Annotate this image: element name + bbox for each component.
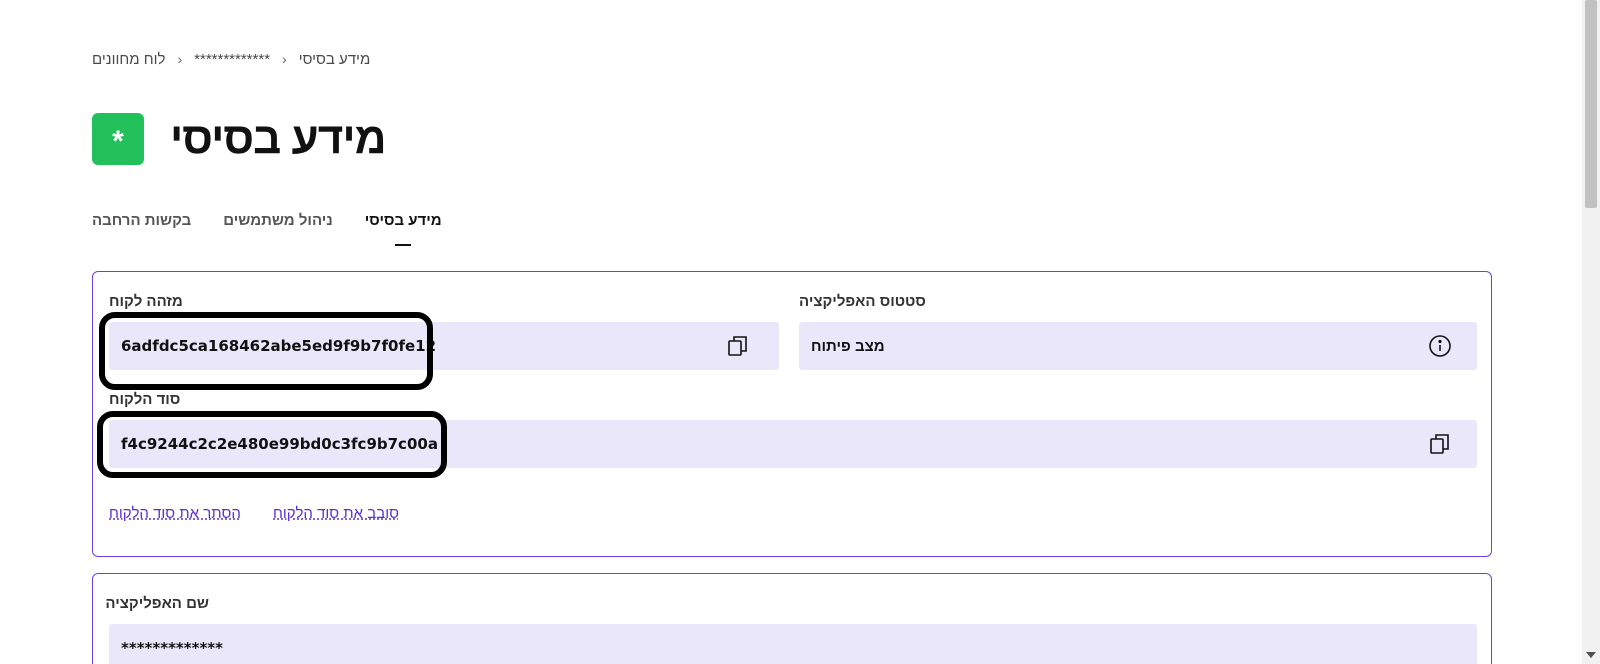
app-status-field: מצב פיתוח: [799, 322, 1477, 370]
info-icon: [1429, 335, 1451, 357]
breadcrumb-separator: ‹: [177, 51, 183, 67]
title-row: מידע בסיסי *: [92, 110, 402, 168]
tab-label: ניהול משתמשים: [223, 212, 333, 229]
client-id-value[interactable]: 6adfdc5ca168462abe5ed9f9b7f0fe12: [121, 337, 436, 355]
client-secret-field[interactable]: f4c9244c2c2e480e99bd0c3fc9b7c00a: [109, 420, 1477, 468]
app-badge: *: [92, 113, 144, 165]
client-id-field[interactable]: 6adfdc5ca168462abe5ed9f9b7f0fe12: [109, 322, 779, 370]
scrollbar-thumb[interactable]: [1585, 0, 1597, 208]
tab-user-management[interactable]: ניהול משתמשים: [223, 212, 333, 246]
breadcrumb-item-basic-info[interactable]: מידע בסיסי: [299, 51, 371, 68]
client-id-label: מזהה לקוח: [109, 293, 183, 310]
copy-icon: [728, 336, 747, 356]
breadcrumb-item-dashboard[interactable]: לוח מחוונים: [92, 51, 165, 68]
breadcrumb-item-app[interactable]: *************: [194, 51, 270, 68]
breadcrumb-separator: ‹: [282, 51, 287, 67]
rotate-secret-link[interactable]: סובב את סוד הלקוח: [273, 505, 399, 522]
page: מידע בסיסי ‹ ************* ‹ לוח מחוונים…: [0, 0, 1582, 664]
page-title: מידע בסיסי: [170, 114, 387, 163]
app-info-card: שם האפליקציה *************: [92, 573, 1492, 664]
tab-active-indicator: [395, 244, 412, 246]
client-secret-value[interactable]: f4c9244c2c2e480e99bd0c3fc9b7c00a: [121, 435, 438, 453]
app-name-label: שם האפליקציה: [105, 595, 209, 612]
copy-client-secret-button[interactable]: [1427, 431, 1453, 457]
tab-extension-requests[interactable]: בקשות הרחבה: [92, 212, 191, 246]
app-status-value: מצב פיתוח: [811, 337, 885, 355]
client-secret-label: סוד הלקוח: [109, 391, 181, 408]
copy-icon: [1430, 434, 1449, 454]
tab-basic-info[interactable]: מידע בסיסי: [365, 212, 442, 246]
tab-label: מידע בסיסי: [364, 212, 442, 229]
scroll-down-arrow-icon[interactable]: [1586, 652, 1596, 658]
copy-client-id-button[interactable]: [725, 333, 751, 359]
tabs: מידע בסיסי ניהול משתמשים בקשות הרחבה: [92, 212, 442, 248]
credentials-card: מזהה לקוח 6adfdc5ca168462abe5ed9f9b7f0fe…: [92, 271, 1492, 557]
hide-secret-link[interactable]: הסתר את סוד הלקוח: [109, 505, 241, 522]
tab-label: בקשות הרחבה: [92, 212, 192, 229]
app-name-value[interactable]: *************: [121, 639, 223, 657]
app-status-label: סטטוס האפליקציה: [799, 293, 926, 310]
scrollbar[interactable]: [1582, 0, 1600, 664]
app-status-info-button[interactable]: [1427, 333, 1453, 359]
app-name-field[interactable]: *************: [109, 624, 1477, 664]
breadcrumb: מידע בסיסי ‹ ************* ‹ לוח מחוונים: [92, 48, 402, 70]
